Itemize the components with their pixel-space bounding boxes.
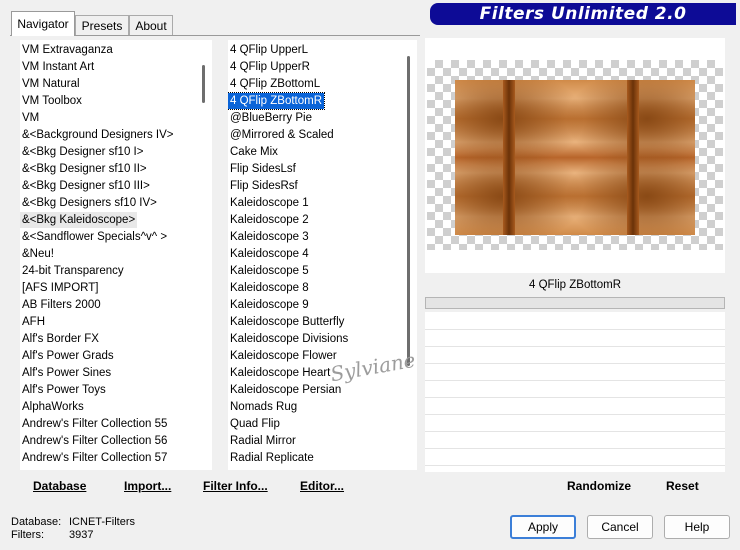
parameter-row-divider: [425, 363, 725, 364]
filter-item[interactable]: Kaleidoscope Heart: [228, 365, 332, 381]
category-item[interactable]: &<Background Designers IV>: [20, 127, 176, 143]
parameter-row-divider: [425, 329, 725, 330]
category-item[interactable]: &<Bkg Designer sf10 II>: [20, 161, 149, 177]
tab-presets[interactable]: Presets: [75, 15, 129, 35]
category-item[interactable]: Alf's Power Toys: [20, 382, 108, 398]
filter-item[interactable]: Kaleidoscope Persian: [228, 382, 343, 398]
category-item[interactable]: VM Natural: [20, 76, 82, 92]
cancel-button[interactable]: Cancel: [587, 515, 653, 539]
tab-navigator[interactable]: Navigator: [11, 11, 75, 36]
progress-bar: [425, 297, 725, 309]
category-item[interactable]: Andrew's Filter Collection 55: [20, 416, 169, 432]
category-item[interactable]: AB Filters 2000: [20, 297, 103, 313]
parameter-row-divider: [425, 465, 725, 466]
filter-item[interactable]: Quad Flip: [228, 416, 282, 432]
filter-item[interactable]: Flip SidesRsf: [228, 178, 300, 194]
category-item[interactable]: Andrew's Filter Collection 57: [20, 450, 169, 466]
reset-button[interactable]: Reset: [666, 478, 699, 494]
category-item[interactable]: &<Bkg Designers sf10 IV>: [20, 195, 159, 211]
filter-item[interactable]: @Mirrored & Scaled: [228, 127, 336, 143]
preview-image: [455, 80, 695, 235]
category-item[interactable]: &<Bkg Designer sf10 III>: [20, 178, 152, 194]
filters-unlimited-banner: Filters Unlimited 2.0: [430, 3, 736, 25]
category-list[interactable]: VM Extravaganza VM Instant Art VM Natural V…: [20, 40, 198, 470]
category-item[interactable]: [AFS IMPORT]: [20, 280, 100, 296]
category-item[interactable]: VM: [20, 110, 41, 126]
help-button[interactable]: Help: [664, 515, 730, 539]
filter-item[interactable]: Kaleidoscope 4: [228, 246, 311, 262]
tab-about[interactable]: About: [129, 15, 173, 35]
filter-info-button[interactable]: Filter Info...: [203, 478, 268, 494]
filter-item[interactable]: Kaleidoscope 2: [228, 212, 311, 228]
filters-label: Filters:: [11, 529, 44, 541]
filter-item[interactable]: Kaleidoscope Butterfly: [228, 314, 346, 330]
category-scrollbar[interactable]: [198, 40, 212, 470]
import-button[interactable]: Import...: [124, 478, 171, 494]
category-scroll-thumb[interactable]: [202, 65, 205, 103]
filter-item[interactable]: Kaleidoscope 3: [228, 229, 311, 245]
filter-item[interactable]: Flip SidesLsf: [228, 161, 298, 177]
filter-item[interactable]: @BlueBerry Pie: [228, 110, 314, 126]
filter-item[interactable]: Nomads Rug: [228, 399, 299, 415]
category-item[interactable]: &<Bkg Kaleidoscope>: [20, 212, 138, 228]
randomize-button[interactable]: Randomize: [567, 478, 631, 494]
filter-item[interactable]: Kaleidoscope 8: [228, 280, 311, 296]
category-item[interactable]: 24-bit Transparency: [20, 263, 126, 279]
editor-button[interactable]: Editor...: [300, 478, 344, 494]
parameter-row-divider: [425, 431, 725, 432]
category-item[interactable]: Andrew's Filter Collection 56: [20, 433, 169, 449]
filter-item[interactable]: Kaleidoscope Divisions: [228, 331, 350, 347]
category-item[interactable]: VM Instant Art: [20, 59, 96, 75]
category-item[interactable]: Alf's Power Grads: [20, 348, 116, 364]
filter-scrollbar[interactable]: [403, 40, 417, 470]
category-item[interactable]: Alf's Power Sines: [20, 365, 113, 381]
filter-item[interactable]: Kaleidoscope 5: [228, 263, 311, 279]
filter-item[interactable]: Kaleidoscope 9: [228, 297, 311, 313]
parameter-row-divider: [425, 397, 725, 398]
filter-list[interactable]: 4 QFlip UpperL 4 QFlip UpperR 4 QFlip ZBot…: [228, 40, 404, 470]
category-item[interactable]: AFH: [20, 314, 47, 330]
parameter-row-divider: [425, 448, 725, 449]
category-item[interactable]: VM Toolbox: [20, 93, 84, 109]
parameter-row-divider: [425, 346, 725, 347]
parameter-row-divider: [425, 414, 725, 415]
category-item[interactable]: &<Sandflower Specials^v^ >: [20, 229, 169, 245]
filter-scroll-thumb[interactable]: [407, 56, 410, 366]
filter-item[interactable]: 4 QFlip ZBottomR: [228, 92, 326, 110]
parameter-area: [425, 312, 725, 472]
filter-item[interactable]: Radial Replicate: [228, 450, 316, 466]
database-label: Database:: [11, 516, 62, 528]
filters-count: 3937: [69, 529, 94, 541]
preview-filter-name: 4 QFlip ZBottomR: [425, 276, 725, 294]
filter-item[interactable]: Kaleidoscope Flower: [228, 348, 339, 364]
category-item[interactable]: AlphaWorks: [20, 399, 86, 415]
filter-item[interactable]: 4 QFlip UpperR: [228, 59, 312, 75]
filter-item[interactable]: Radial Mirror: [228, 433, 298, 449]
filter-item[interactable]: Cake Mix: [228, 144, 280, 160]
filter-item[interactable]: 4 QFlip UpperL: [228, 42, 310, 58]
filter-item[interactable]: Kaleidoscope 1: [228, 195, 311, 211]
parameter-row-divider: [425, 380, 725, 381]
apply-button[interactable]: Apply: [510, 515, 576, 539]
category-item[interactable]: VM Extravaganza: [20, 42, 115, 58]
category-item[interactable]: &Neu!: [20, 246, 56, 262]
category-item[interactable]: Alf's Border FX: [20, 331, 101, 347]
filter-item[interactable]: 4 QFlip ZBottomL: [228, 76, 322, 92]
database-button[interactable]: Database: [33, 478, 86, 494]
database-value: ICNET-Filters: [69, 516, 135, 528]
category-item[interactable]: &<Bkg Designer sf10 I>: [20, 144, 145, 160]
